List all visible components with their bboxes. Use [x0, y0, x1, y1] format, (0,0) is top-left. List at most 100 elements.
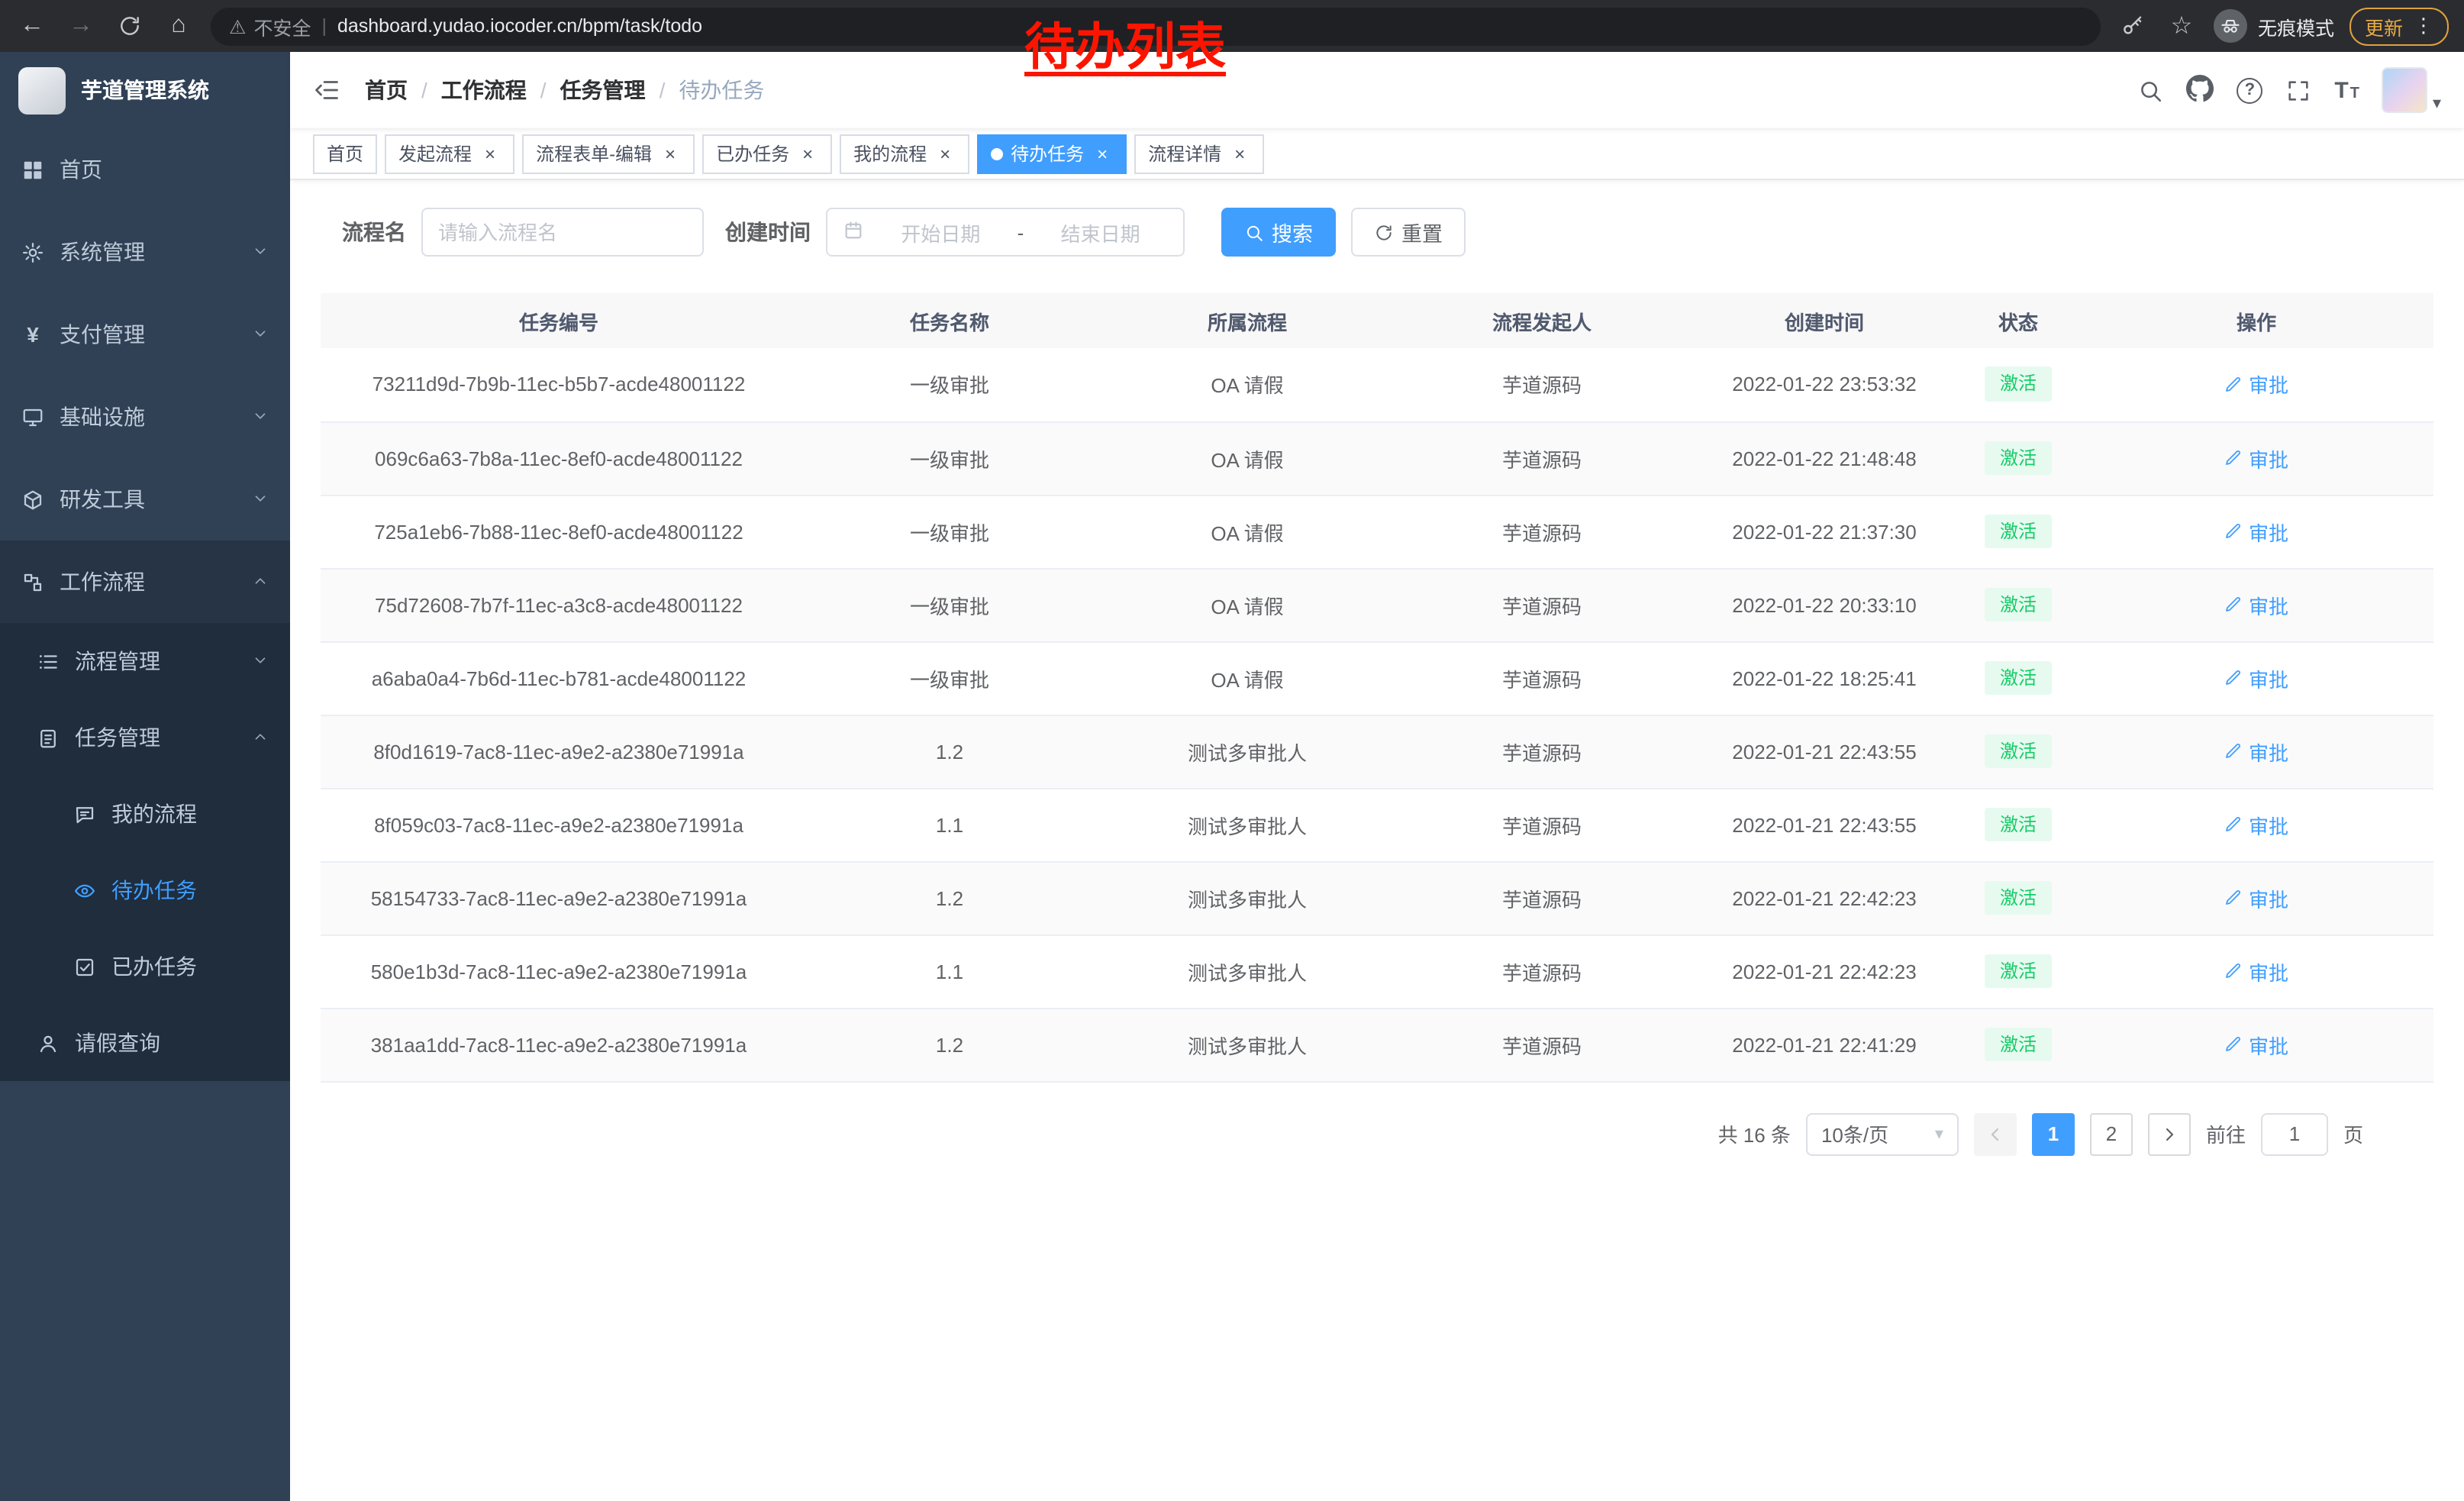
sidebar-item-system[interactable]: 系统管理: [0, 211, 290, 293]
status-badge: 激活: [1985, 587, 2052, 622]
breadcrumb-task-mgmt[interactable]: 任务管理: [560, 75, 646, 105]
approve-link[interactable]: 审批: [2224, 663, 2288, 692]
edit-icon: [2224, 376, 2243, 394]
close-icon[interactable]: ×: [797, 143, 818, 164]
navbar: 首页 / 工作流程 / 任务管理 / 待办任务 ? TT: [290, 52, 2464, 128]
dashboard-icon: [21, 158, 44, 181]
bookmark-star-icon[interactable]: ☆: [2165, 9, 2198, 43]
edit-icon: [2224, 522, 2243, 541]
avatar: [2382, 67, 2428, 113]
tab-home[interactable]: 首页: [313, 134, 377, 173]
breadcrumb-workflow[interactable]: 工作流程: [441, 75, 527, 105]
tab-done-tasks[interactable]: 已办任务 ×: [702, 134, 832, 173]
page-size-select[interactable]: 10条/页 ▾: [1806, 1112, 1959, 1155]
close-icon[interactable]: ×: [1229, 143, 1250, 164]
next-page-button[interactable]: [2148, 1112, 2191, 1155]
home-icon[interactable]: ⌂: [162, 9, 195, 43]
approve-link[interactable]: 审批: [2224, 444, 2288, 473]
close-icon[interactable]: ×: [1092, 143, 1113, 164]
edit-icon: [2224, 596, 2243, 614]
approve-link[interactable]: 审批: [2224, 370, 2288, 399]
breadcrumb-home[interactable]: 首页: [365, 75, 408, 105]
user-menu[interactable]: ▾: [2382, 67, 2441, 113]
update-button[interactable]: 更新 ⋮: [2350, 7, 2449, 45]
tab-todo-tasks[interactable]: 待办任务 ×: [977, 134, 1127, 173]
github-icon[interactable]: [2186, 74, 2214, 106]
tab-my-process[interactable]: 我的流程 ×: [840, 134, 969, 173]
main-area: 首页 / 工作流程 / 任务管理 / 待办任务 ? TT: [290, 52, 2464, 1501]
sidebar-item-devtools[interactable]: 研发工具: [0, 458, 290, 541]
chevron-right-icon: [2160, 1125, 2179, 1143]
sidebar: 芋道管理系统 首页 系统管理 ¥ 支付管理 基础设施: [0, 52, 290, 1501]
search-button[interactable]: 搜索: [1221, 208, 1336, 257]
caret-down-icon: ▾: [2433, 93, 2441, 113]
app-brand[interactable]: 芋道管理系统: [0, 52, 290, 128]
prev-page-button[interactable]: [1974, 1112, 2017, 1155]
status-badge: 激活: [1985, 807, 2052, 842]
reload-icon[interactable]: [113, 9, 147, 43]
sidebar-item-home[interactable]: 首页: [0, 128, 290, 211]
sidebar-collapse-icon[interactable]: [313, 76, 340, 104]
list-icon: [37, 650, 60, 673]
page-unit-label: 页: [2343, 1119, 2363, 1148]
column-header: 创建时间: [1692, 293, 1957, 348]
navbar-actions: ? TT ▾: [2137, 67, 2441, 113]
sidebar-item-infrastructure[interactable]: 基础设施: [0, 376, 290, 458]
sidebar-item-my-process[interactable]: 我的流程: [0, 776, 290, 852]
close-icon[interactable]: ×: [934, 143, 956, 164]
incognito-chip[interactable]: 无痕模式: [2214, 9, 2334, 43]
approve-link[interactable]: 审批: [2224, 883, 2288, 912]
approve-link[interactable]: 审批: [2224, 957, 2288, 986]
forward-icon[interactable]: →: [64, 9, 98, 43]
table-row: 8f059c03-7ac8-11ec-a9e2-a2380e71991a 1.1…: [321, 788, 2433, 861]
chevron-down-icon: [252, 487, 269, 512]
key-icon[interactable]: [2116, 9, 2150, 43]
status-badge: 激活: [1985, 1027, 2052, 1062]
table-row: 580e1b3d-7ac8-11ec-a9e2-a2380e71991a 1.1…: [321, 934, 2433, 1008]
sidebar-item-workflow[interactable]: 工作流程: [0, 541, 290, 623]
refresh-icon: [1374, 222, 1394, 242]
pagination: 共 16 条 10条/页 ▾ 1 2 前往 页: [321, 1112, 2433, 1155]
sidebar-item-task-mgmt[interactable]: 任务管理: [0, 699, 290, 776]
goto-page-input[interactable]: [2278, 1114, 2311, 1154]
page-button-2[interactable]: 2: [2090, 1112, 2133, 1155]
approve-link[interactable]: 审批: [2224, 1030, 2288, 1059]
process-name-input[interactable]: [438, 209, 687, 255]
check-icon: [73, 955, 96, 978]
app-title: 芋道管理系统: [81, 75, 209, 105]
sidebar-item-leave-query[interactable]: 请假查询: [0, 1005, 290, 1081]
column-header: 操作: [2079, 293, 2433, 348]
breadcrumb-separator: /: [421, 78, 427, 102]
sidebar-item-process-mgmt[interactable]: 流程管理: [0, 623, 290, 699]
approve-link[interactable]: 审批: [2224, 590, 2288, 619]
page-button-1[interactable]: 1: [2032, 1112, 2075, 1155]
sidebar-item-payment[interactable]: ¥ 支付管理: [0, 293, 290, 376]
breadcrumb: 首页 / 工作流程 / 任务管理 / 待办任务: [365, 75, 764, 105]
range-separator: -: [1018, 221, 1024, 244]
approve-link[interactable]: 审批: [2224, 810, 2288, 839]
date-range-picker[interactable]: 开始日期 - 结束日期: [826, 208, 1185, 257]
font-size-icon[interactable]: TT: [2334, 79, 2359, 102]
approve-link[interactable]: 审批: [2224, 737, 2288, 766]
back-icon[interactable]: ←: [15, 9, 49, 43]
fullscreen-icon[interactable]: [2285, 77, 2311, 103]
chevron-left-icon: [1986, 1125, 2004, 1143]
close-icon[interactable]: ×: [660, 143, 681, 164]
help-icon[interactable]: ?: [2237, 77, 2262, 103]
reset-button[interactable]: 重置: [1351, 208, 1466, 257]
approve-link[interactable]: 审批: [2224, 517, 2288, 546]
address-bar[interactable]: ⚠ 不安全 | dashboard.yudao.iocoder.cn/bpm/t…: [211, 7, 2101, 45]
table-row: 75d72608-7b7f-11ec-a3c8-acde48001122 一级审…: [321, 568, 2433, 641]
sidebar-item-todo-tasks[interactable]: 待办任务: [0, 852, 290, 928]
tab-form-edit[interactable]: 流程表单-编辑 ×: [522, 134, 695, 173]
chevron-down-icon: [252, 322, 269, 347]
sidebar-item-done-tasks[interactable]: 已办任务: [0, 928, 290, 1005]
goto-page-field: [2261, 1112, 2328, 1155]
close-icon[interactable]: ×: [479, 143, 501, 164]
tab-process-detail[interactable]: 流程详情 ×: [1134, 134, 1264, 173]
search-icon[interactable]: [2137, 77, 2163, 103]
security-warning: ⚠ 不安全: [229, 11, 311, 40]
kebab-menu-icon[interactable]: ⋮: [2414, 14, 2433, 38]
tab-start-process[interactable]: 发起流程 ×: [385, 134, 514, 173]
warning-icon: ⚠: [229, 15, 246, 37]
